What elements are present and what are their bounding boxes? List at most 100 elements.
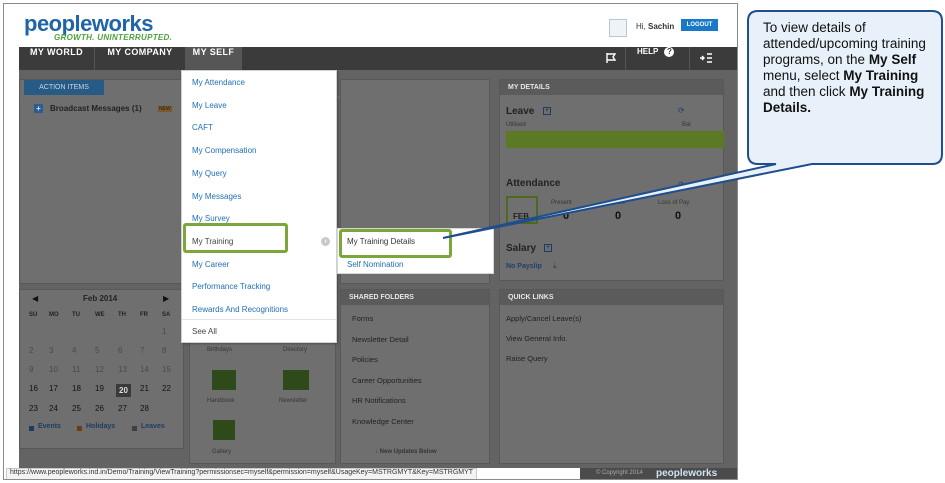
user-name: Sachin	[648, 22, 675, 31]
refresh-icon[interactable]: ⟳	[678, 180, 685, 189]
help-label: HELP	[637, 47, 659, 56]
app-window: peopleworks GROWTH. UNINTERRUPTED. Hi, S…	[3, 3, 738, 480]
user-greeting: Hi, Sachin	[636, 22, 674, 31]
attendance-month-box: FEB	[506, 196, 538, 224]
my-self-dropdown: My Attendance My Leave CAFT My Compensation…	[181, 70, 337, 343]
calendar-day[interactable]: 25	[72, 404, 81, 413]
calendar-day[interactable]: 27	[118, 404, 127, 413]
menu-item-my-leave[interactable]: My Leave	[192, 101, 227, 110]
menu-item-caft[interactable]: CAFT	[192, 123, 213, 132]
tagline: GROWTH. UNINTERRUPTED.	[54, 33, 173, 42]
help-link[interactable]: HELP ?	[637, 47, 675, 70]
menu-item-performance-tracking[interactable]: Performance Tracking	[192, 282, 270, 291]
newsletter-label[interactable]: Newsletter	[279, 398, 307, 404]
calendar-day[interactable]: 14	[140, 365, 149, 374]
calendar-day[interactable]: 13	[118, 365, 127, 374]
refresh-icon[interactable]: ⟳	[678, 106, 685, 115]
calendar-day[interactable]: 24	[49, 404, 58, 413]
logout-button[interactable]: LOGOUT	[681, 19, 718, 31]
broadcast-messages-link[interactable]: Broadcast Messages (1)	[50, 104, 142, 113]
calendar-today[interactable]: 20	[116, 384, 131, 397]
calendar-day[interactable]: 8	[162, 346, 166, 355]
next-month-icon[interactable]: ▶	[163, 294, 169, 303]
nav-my-self[interactable]: MY SELF	[185, 47, 242, 70]
directory-label[interactable]: Directory	[283, 347, 307, 353]
calendar-day[interactable]: 16	[29, 384, 38, 393]
shared-folder-link[interactable]: Career Opportunities	[352, 376, 422, 385]
calendar-day[interactable]: 1	[162, 327, 166, 336]
birthdays-label[interactable]: Birthdays	[207, 347, 232, 353]
calendar-day[interactable]: 18	[72, 384, 81, 393]
expand-salary-icon[interactable]: +	[544, 244, 552, 252]
calendar-day[interactable]: 23	[29, 404, 38, 413]
menu-item-see-all[interactable]: See All	[192, 327, 217, 336]
tab-action-items[interactable]: ACTION ITEMS	[24, 80, 104, 95]
gallery-label[interactable]: Gallery	[212, 449, 231, 455]
menu-item-my-survey[interactable]: My Survey	[192, 214, 230, 223]
callout-training-bold: My Training	[843, 68, 919, 83]
menu-item-my-career[interactable]: My Career	[192, 260, 229, 269]
nav-my-world[interactable]: MY WORLD	[19, 47, 94, 70]
calendar-day[interactable]: 9	[29, 365, 33, 374]
shared-folder-link[interactable]: HR Notifications	[352, 396, 406, 405]
quick-link[interactable]: Apply/Cancel Leave(s)	[506, 314, 581, 323]
calendar-day[interactable]: 12	[95, 365, 104, 374]
shared-folder-link[interactable]: Policies	[352, 355, 378, 364]
broadcast-count: (1)	[131, 104, 142, 113]
calendar-day[interactable]: 26	[95, 404, 104, 413]
calendar-day[interactable]: 7	[140, 346, 144, 355]
tutorial-screenshot: peopleworks GROWTH. UNINTERRUPTED. Hi, S…	[0, 0, 945, 483]
new-updates-link[interactable]: ↓ New Updates Below	[375, 449, 437, 455]
legend-holidays: Holidays	[86, 423, 116, 430]
greeting-text: Hi,	[636, 22, 646, 31]
menu-item-my-query[interactable]: My Query	[192, 169, 227, 178]
download-icon[interactable]: ⤓	[553, 261, 557, 271]
legend-swatch	[132, 426, 137, 431]
expand-icon[interactable]: +	[34, 104, 43, 113]
calendar-day[interactable]: 11	[72, 365, 80, 374]
weekday-header: WE	[95, 312, 105, 318]
expand-leave-icon[interactable]: +	[543, 107, 551, 115]
calendar-day[interactable]: 3	[49, 346, 53, 355]
newsletter-icon[interactable]	[283, 370, 309, 390]
nav-my-company[interactable]: MY COMPANY	[95, 47, 185, 70]
calendar-day[interactable]: 15	[162, 365, 171, 374]
calendar-day[interactable]: 17	[49, 384, 58, 393]
shared-folder-link[interactable]: Knowledge Center	[352, 417, 414, 426]
highlight-my-training-details	[339, 229, 452, 258]
calendar-day[interactable]: 21	[140, 384, 149, 393]
calendar-day[interactable]: 4	[72, 346, 76, 355]
weekday-header: SA	[162, 312, 171, 318]
quick-link[interactable]: Raise Query	[506, 354, 548, 363]
calendar-day[interactable]: 2	[29, 346, 33, 355]
menu-item-my-messages[interactable]: My Messages	[192, 192, 241, 201]
flag-icon[interactable]	[605, 47, 621, 70]
nav-divider	[689, 47, 690, 70]
quick-link[interactable]: View General Info.	[506, 334, 568, 343]
menu-item-my-attendance[interactable]: My Attendance	[192, 78, 245, 87]
gallery-icon[interactable]	[213, 420, 235, 440]
weekday-header: FR	[140, 312, 148, 318]
calendar-day[interactable]: 5	[95, 346, 99, 355]
calendar-day[interactable]: 6	[118, 346, 122, 355]
calendar-day[interactable]: 19	[95, 384, 104, 393]
callout-menu-bold: My Self	[868, 52, 917, 67]
calendar-day[interactable]: 10	[49, 365, 58, 374]
avatar[interactable]	[609, 19, 627, 37]
calendar-day[interactable]: 28	[140, 404, 149, 413]
handbook-icon[interactable]	[212, 370, 236, 390]
menu-self-nomination[interactable]: Self Nomination	[347, 260, 403, 269]
new-updates-label: New Updates Below	[379, 449, 437, 455]
footer-logo: peopleworks	[656, 468, 718, 479]
header: peopleworks GROWTH. UNINTERRUPTED. Hi, S…	[4, 4, 737, 46]
calendar-day[interactable]: 22	[162, 384, 171, 393]
shared-folder-link[interactable]: Forms	[352, 314, 373, 323]
copyright-text: © Copyright 2014	[596, 470, 643, 476]
prev-month-icon[interactable]: ◀	[32, 294, 38, 303]
handbook-label[interactable]: Handbook	[207, 398, 234, 404]
collapse-menu-icon[interactable]	[699, 47, 715, 70]
chevron-right-icon: ›	[321, 237, 330, 246]
menu-item-rewards-and-recognitions[interactable]: Rewards And Recognitions	[192, 305, 288, 314]
shared-folder-link[interactable]: Newsletter Detail	[352, 335, 409, 344]
menu-item-my-compensation[interactable]: My Compensation	[192, 146, 256, 155]
